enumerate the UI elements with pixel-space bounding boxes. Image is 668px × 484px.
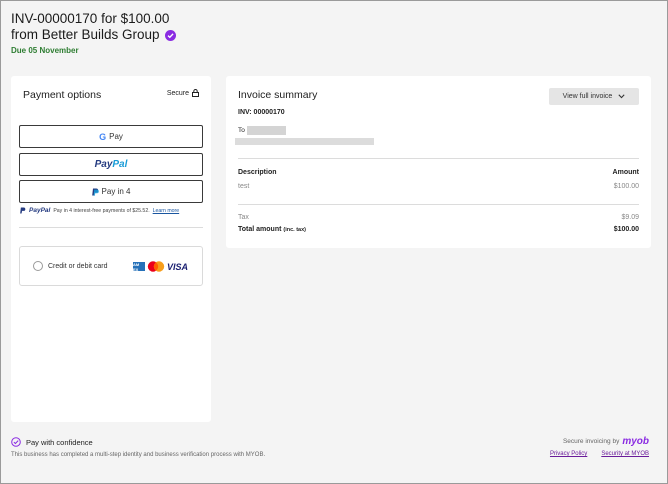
page-frame: INV-00000170 for $100.00 from Better Bui… <box>0 0 668 484</box>
paypal-note-text: Pay in 4 interest-free payments of $25.5… <box>53 207 150 214</box>
paypal-pay-in-4-button[interactable]: Pay in 4 <box>19 180 203 203</box>
invoice-sender: from Better Builds Group <box>11 27 176 43</box>
google-g-icon: G <box>99 131 107 142</box>
google-pay-button[interactable]: G Pay <box>19 125 203 148</box>
secure-indicator: Secure <box>167 89 199 97</box>
paypal-p-icon <box>91 188 99 196</box>
learn-more-link[interactable]: Learn more <box>153 208 180 214</box>
total-row: Total amount (inc. tax) $100.00 <box>238 226 639 233</box>
lock-icon <box>192 89 199 97</box>
invoice-summary-card: Invoice summary View full invoice INV: 0… <box>226 76 651 248</box>
payment-divider <box>19 227 203 228</box>
recipient-label: To <box>238 127 245 134</box>
paypal-note-brand: PayPal <box>29 207 51 214</box>
verified-badge-icon <box>164 29 176 41</box>
credit-card-label: Credit or debit card <box>48 262 108 270</box>
mastercard-icon <box>147 261 165 272</box>
myob-logo: myob <box>622 436 649 447</box>
amex-icon: AM EX <box>132 262 145 272</box>
total-label: Total amount <box>238 226 282 233</box>
pay-with-confidence-title: Pay with confidence <box>26 437 93 447</box>
amount-header: Amount <box>612 169 639 176</box>
line-items-header: Description Amount <box>238 169 639 176</box>
card-brand-logos: AM EX VISA <box>132 261 188 272</box>
security-at-myob-link[interactable]: Security at MYOB <box>601 451 649 457</box>
total-tax-note: (inc. tax) <box>283 227 306 233</box>
pay-with-confidence: Pay with confidence <box>11 437 93 447</box>
tax-amount: $9.09 <box>621 214 639 221</box>
tax-row: Tax $9.09 <box>238 214 639 221</box>
view-full-invoice-button[interactable]: View full invoice <box>549 88 639 105</box>
redacted-recipient-name <box>247 126 286 135</box>
line-item-row: test $100.00 <box>238 183 639 190</box>
credit-card-option[interactable]: Credit or debit card AM EX VISA <box>19 246 203 286</box>
due-date: Due 05 November <box>11 46 79 55</box>
sender-name: from Better Builds Group <box>11 27 160 42</box>
visa-icon: VISA <box>166 261 188 272</box>
chevron-down-icon <box>618 94 625 99</box>
payment-options-title: Payment options <box>23 89 102 101</box>
secure-invoicing-label: Secure invoicing by <box>562 438 620 445</box>
secure-label: Secure <box>166 89 189 97</box>
footer-links: Privacy Policy Security at MYOB <box>550 451 649 457</box>
paypal-mini-icon <box>20 207 26 214</box>
payment-options-card: Payment options Secure G Pay PayPal Pay … <box>11 76 211 422</box>
pay-in-4-label: Pay in 4 <box>101 187 131 196</box>
redacted-recipient-address <box>235 138 374 145</box>
google-pay-label: Pay <box>109 132 123 141</box>
summary-divider-top <box>238 158 639 159</box>
secure-invoicing-by: Secure invoicing by myob <box>563 436 649 447</box>
credit-card-radio[interactable] <box>33 261 43 271</box>
paypal-button[interactable]: PayPal <box>19 153 203 176</box>
check-circle-icon <box>11 437 21 447</box>
summary-divider-bottom <box>238 204 639 205</box>
invoice-heading: INV-00000170 for $100.00 <box>11 11 170 26</box>
description-header: Description <box>238 169 277 176</box>
line-item-amount: $100.00 <box>613 183 639 190</box>
tax-label: Tax <box>238 214 249 221</box>
invoice-number: INV: 00000170 <box>238 109 285 116</box>
line-item-description: test <box>238 183 250 190</box>
verification-description: This business has completed a multi-step… <box>11 452 266 458</box>
paypal-logo: PayPal <box>94 159 128 170</box>
view-full-invoice-label: View full invoice <box>562 93 613 100</box>
paypal-pay-in-4-note: PayPal Pay in 4 interest-free payments o… <box>20 207 179 214</box>
total-amount: $100.00 <box>613 226 639 233</box>
privacy-policy-link[interactable]: Privacy Policy <box>550 451 587 457</box>
total-label-group: Total amount (inc. tax) <box>238 226 306 233</box>
invoice-summary-title: Invoice summary <box>238 89 318 101</box>
